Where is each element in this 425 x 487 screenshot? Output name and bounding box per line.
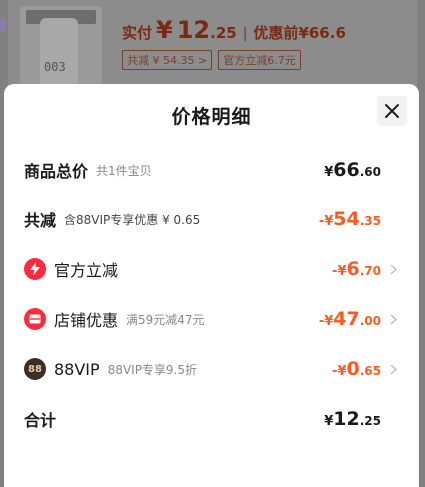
- total-goods-dec: .60: [359, 165, 381, 179]
- store-discount-dec: .00: [359, 314, 381, 328]
- row-total-goods: 商品总价 共1件宝贝 ¥ 66 .60: [24, 157, 399, 183]
- 88vip-icon: 88: [24, 358, 46, 380]
- close-icon: [385, 104, 399, 118]
- row-official-discount[interactable]: 官方立减 -¥ 6 .70: [24, 256, 399, 282]
- total-goods-currency: ¥: [324, 165, 334, 180]
- paid-int: 12: [176, 16, 211, 44]
- total-discount-dec: .35: [359, 214, 381, 228]
- grand-total-dec: .25: [359, 414, 381, 428]
- vip-discount-amount: -¥ 0 .65: [332, 358, 381, 380]
- grand-total-label: 合计: [24, 411, 57, 430]
- total-goods-int: 66: [333, 159, 360, 181]
- grand-total-currency: ¥: [324, 414, 334, 429]
- close-button[interactable]: [377, 96, 407, 126]
- discount-tag[interactable]: 共减 ¥ 54.35 >: [122, 50, 213, 70]
- total-discount-currency: -¥: [318, 214, 334, 229]
- paid-dec: .25: [210, 24, 237, 42]
- total-goods-label: 商品总价: [24, 162, 89, 181]
- paid-price: 实付 ¥ 12 .25 | 优惠前 ¥66.6: [122, 16, 346, 44]
- store-discount-amount: -¥ 47 .00: [319, 308, 381, 330]
- official-discount-amount: -¥ 6 .70: [332, 258, 381, 280]
- sheet-title: 价格明细: [171, 106, 252, 128]
- grand-total-amount: ¥ 12 .25: [324, 408, 381, 430]
- total-goods-note: 共1件宝贝: [96, 163, 152, 178]
- coupon-icon: [24, 308, 46, 330]
- vip-discount-dec: .65: [359, 364, 381, 378]
- paid-label: 实付: [122, 24, 153, 42]
- store-discount-currency: -¥: [318, 314, 334, 329]
- vip-discount-currency: -¥: [332, 364, 347, 379]
- orig-price: ¥66.6: [298, 24, 346, 42]
- total-discount-note: 含88VIP专享优惠 ¥ 0.65: [64, 212, 201, 227]
- vip-discount-int: 0: [346, 358, 360, 380]
- price-detail-sheet: 价格明细 商品总价 共1件宝贝 ¥ 66 .60 共减 含88VIP专享优惠 ¥…: [4, 84, 419, 487]
- store-discount-label: 店铺优惠: [54, 311, 119, 330]
- official-discount-currency: -¥: [332, 264, 347, 279]
- total-goods-amount: ¥ 66 .60: [324, 159, 381, 181]
- row-vip-discount[interactable]: 88 88VIP 88VIP专享9.5折 -¥ 0 .65: [24, 356, 399, 382]
- paid-currency: ¥: [156, 16, 173, 44]
- side-marker: [0, 18, 6, 32]
- total-discount-int: 54: [333, 208, 360, 230]
- store-discount-int: 47: [333, 308, 360, 330]
- row-store-discount[interactable]: 店铺优惠 满59元减47元 -¥ 47 .00: [24, 306, 399, 332]
- row-total-discount: 共减 含88VIP专享优惠 ¥ 0.65 -¥ 54 .35: [24, 206, 399, 232]
- price-separator: |: [242, 26, 248, 42]
- orig-label: 优惠前: [253, 24, 299, 42]
- official-discount-label: 官方立减: [54, 261, 119, 280]
- total-discount-amount: -¥ 54 .35: [319, 208, 381, 230]
- 88vip-badge-text: 88: [28, 363, 42, 375]
- grand-total-int: 12: [333, 408, 360, 430]
- vip-discount-note: 88VIP专享9.5折: [107, 362, 198, 377]
- chevron-right-icon: [387, 314, 399, 325]
- chevron-right-icon: [387, 264, 399, 275]
- store-discount-note: 满59元减47元: [126, 312, 205, 327]
- vip-discount-label: 88VIP: [54, 359, 100, 379]
- lightning-icon: [24, 258, 46, 280]
- thumbnail-number: 003: [44, 60, 66, 74]
- official-discount-int: 6: [346, 258, 360, 280]
- official-discount-dec: .70: [359, 264, 381, 278]
- chevron-right-icon: [387, 364, 399, 375]
- header-tags: 共减 ¥ 54.35 > 官方立减6.7元: [122, 50, 301, 70]
- official-tag: 官方立减6.7元: [218, 50, 301, 70]
- total-discount-label: 共减: [24, 211, 57, 230]
- row-grand-total: 合计 ¥ 12 .25: [24, 406, 399, 432]
